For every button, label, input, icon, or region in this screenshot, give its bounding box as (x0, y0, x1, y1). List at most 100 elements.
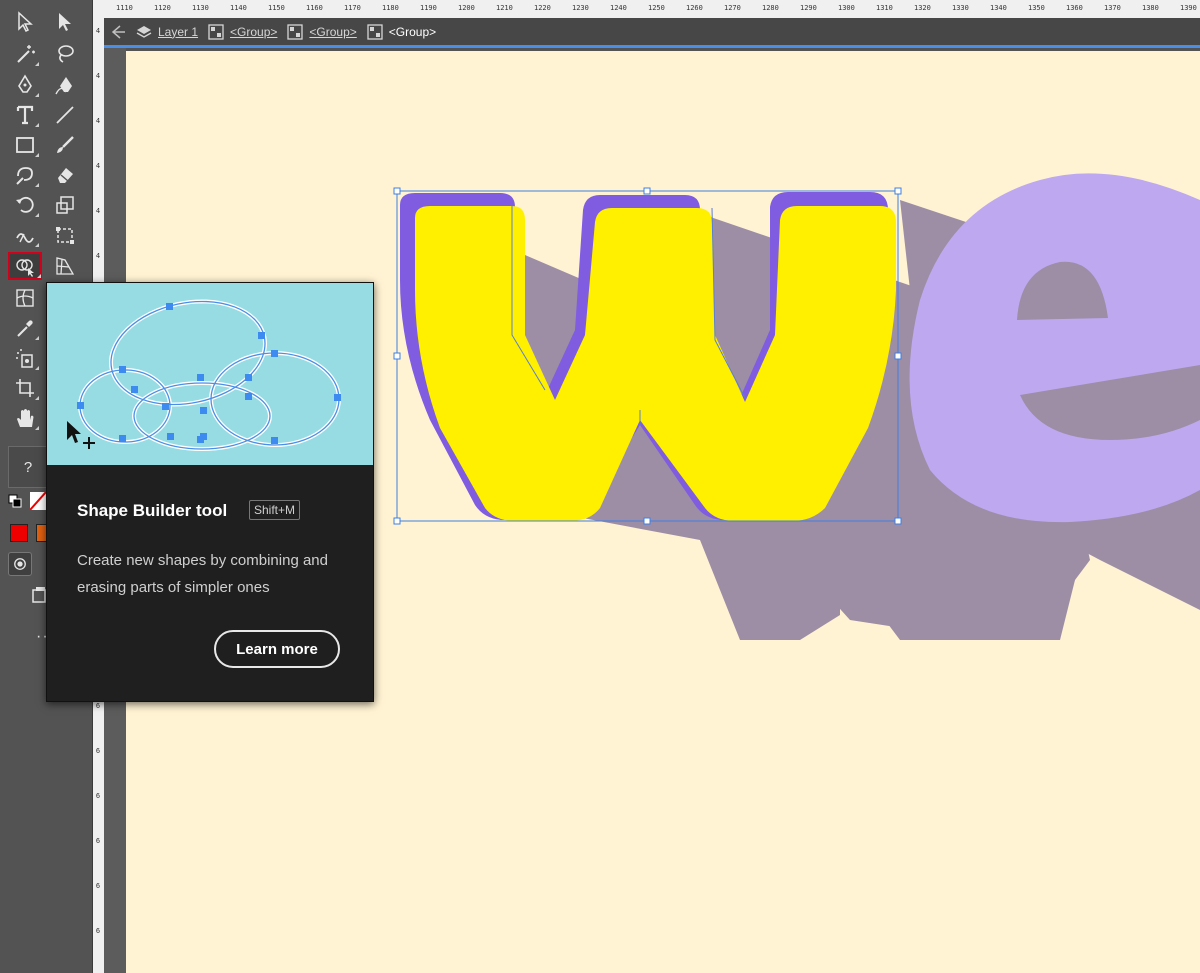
ruler-tick-label: 1220 (534, 4, 551, 12)
lasso-icon (58, 45, 74, 63)
hand-tool[interactable] (10, 404, 40, 432)
rotate-icon (16, 196, 34, 213)
stroke-none-swatch[interactable] (30, 492, 46, 510)
ruler-tick-label: 6 (95, 702, 101, 710)
eraser-tool[interactable] (50, 161, 80, 189)
paintbrush-icon (57, 136, 74, 153)
ruler-tick-label: 1300 (838, 4, 855, 12)
ruler-tick-label: 1270 (724, 4, 741, 12)
ruler-tick-label: 1290 (800, 4, 817, 12)
ruler-tick-label: 1150 (268, 4, 285, 12)
tooltip-illustration (47, 283, 373, 465)
tooltip-title: Shape Builder tool (77, 501, 228, 520)
layers-icon (136, 25, 152, 38)
learn-more-button[interactable]: Learn more (214, 630, 340, 668)
breadcrumb-group-1-label: <Group> (230, 24, 278, 39)
ruler-tick-label: 1330 (952, 4, 969, 12)
curvature-tool[interactable] (50, 71, 80, 99)
ruler-tick-label: 4 (95, 72, 101, 80)
line-icon (56, 106, 74, 124)
ruler-tick-label: 1110 (116, 4, 133, 12)
perspective-grid-tool[interactable] (50, 252, 80, 280)
ruler-tick-label: 4 (95, 162, 101, 170)
paintbrush-tool[interactable] (50, 131, 80, 159)
magic-wand-tool[interactable] (10, 40, 40, 68)
group-icon (367, 23, 383, 40)
selection-tool[interactable] (10, 8, 40, 36)
artboard-tool[interactable] (10, 374, 40, 402)
screen-mode-button[interactable] (32, 586, 46, 604)
toolbar-lower-section: ? ·· (0, 440, 48, 660)
free-transform-icon (56, 227, 74, 244)
symbol-sprayer-icon (16, 349, 33, 368)
fill-color-swatch[interactable] (10, 524, 28, 542)
ruler-tick-label: 1140 (230, 4, 247, 12)
warp-tool[interactable] (10, 221, 40, 249)
draw-mode-icon (14, 558, 26, 570)
pen-tool[interactable] (10, 71, 40, 99)
hand-icon (17, 409, 34, 427)
perspective-grid-icon (56, 257, 75, 275)
type-t-icon (16, 105, 34, 125)
ruler-tick-label: 4 (95, 252, 101, 260)
ruler-tick-label: 4 (95, 207, 101, 215)
line-segment-tool[interactable] (50, 101, 80, 129)
ruler-tick-label: 1160 (306, 4, 323, 12)
scale-icon (56, 196, 74, 214)
scale-tool[interactable] (50, 191, 80, 219)
tooltip-shortcut-badge: Shift+M (249, 500, 301, 520)
ruler-tick-label: 1170 (344, 4, 361, 12)
direct-selection-tool[interactable] (50, 8, 80, 36)
ruler-tick-label: 1390 (1180, 4, 1197, 12)
type-tool[interactable] (10, 101, 40, 129)
ruler-tick-label: 1260 (686, 4, 703, 12)
ruler-tick-label: 1130 (192, 4, 209, 12)
draw-normal-button[interactable] (8, 552, 32, 576)
back-arrow-icon[interactable] (110, 24, 126, 40)
ruler-tick-label: 4 (95, 117, 101, 125)
tooltip-description: Create new shapes by combining and erasi… (77, 552, 328, 596)
group-icon (287, 23, 304, 40)
shaper-icon (16, 167, 33, 185)
arrow-outline-icon (18, 11, 33, 33)
ruler-tick-label: 1120 (154, 4, 171, 12)
ruler-tick-label: 1350 (1028, 4, 1045, 12)
shaper-tool[interactable] (10, 161, 40, 189)
default-fill-stroke-icon[interactable] (8, 494, 22, 508)
ruler-tick-label: 1280 (762, 4, 779, 12)
breadcrumb-group-2[interactable]: <Group> (287, 23, 357, 40)
help-button[interactable]: ? (8, 446, 48, 488)
ruler-tick-label: 1210 (496, 4, 513, 12)
shape-builder-illustration-icon (67, 299, 341, 451)
warp-icon (16, 233, 34, 243)
ruler-tick-label: 4 (95, 27, 101, 35)
ruler-tick-label: 1340 (990, 4, 1007, 12)
ruler-tick-label: 1190 (420, 4, 437, 12)
eyedropper-icon (17, 320, 33, 337)
breadcrumb-group-2-label: <Group> (309, 24, 357, 39)
shape-builder-tooltip: Shape Builder tool Shift+M Create new sh… (46, 282, 374, 702)
ruler-tick-label: 1380 (1142, 4, 1159, 12)
free-transform-tool[interactable] (50, 221, 80, 249)
mesh-tool[interactable] (10, 284, 40, 312)
ruler-tick-label: 1360 (1066, 4, 1083, 12)
horizontal-ruler[interactable]: 1110 1120 1130 1140 1150 1160 1170 1180 1190 1200… (92, 0, 1200, 19)
shape-builder-icon (16, 259, 34, 277)
ruler-tick-label: 1370 (1104, 4, 1121, 12)
ruler-tick-label: 6 (95, 927, 101, 935)
eraser-icon (58, 168, 73, 183)
artboard-icon (16, 379, 34, 397)
rotate-tool[interactable] (10, 191, 40, 219)
breadcrumb-group-1[interactable]: <Group> (208, 23, 278, 40)
breadcrumb-layer[interactable]: Layer 1 (136, 24, 198, 40)
lasso-tool[interactable] (50, 40, 80, 68)
ruler-tick-label: 1310 (876, 4, 893, 12)
breadcrumb-group-3[interactable]: <Group> (367, 23, 436, 40)
symbol-sprayer-tool[interactable] (10, 344, 40, 372)
rectangle-icon (16, 137, 34, 153)
ruler-tick-label: 1240 (610, 4, 627, 12)
shape-builder-tool[interactable] (8, 252, 42, 280)
ruler-tick-label: 6 (95, 837, 101, 845)
rectangle-tool[interactable] (10, 131, 40, 159)
eyedropper-tool[interactable] (10, 314, 40, 342)
